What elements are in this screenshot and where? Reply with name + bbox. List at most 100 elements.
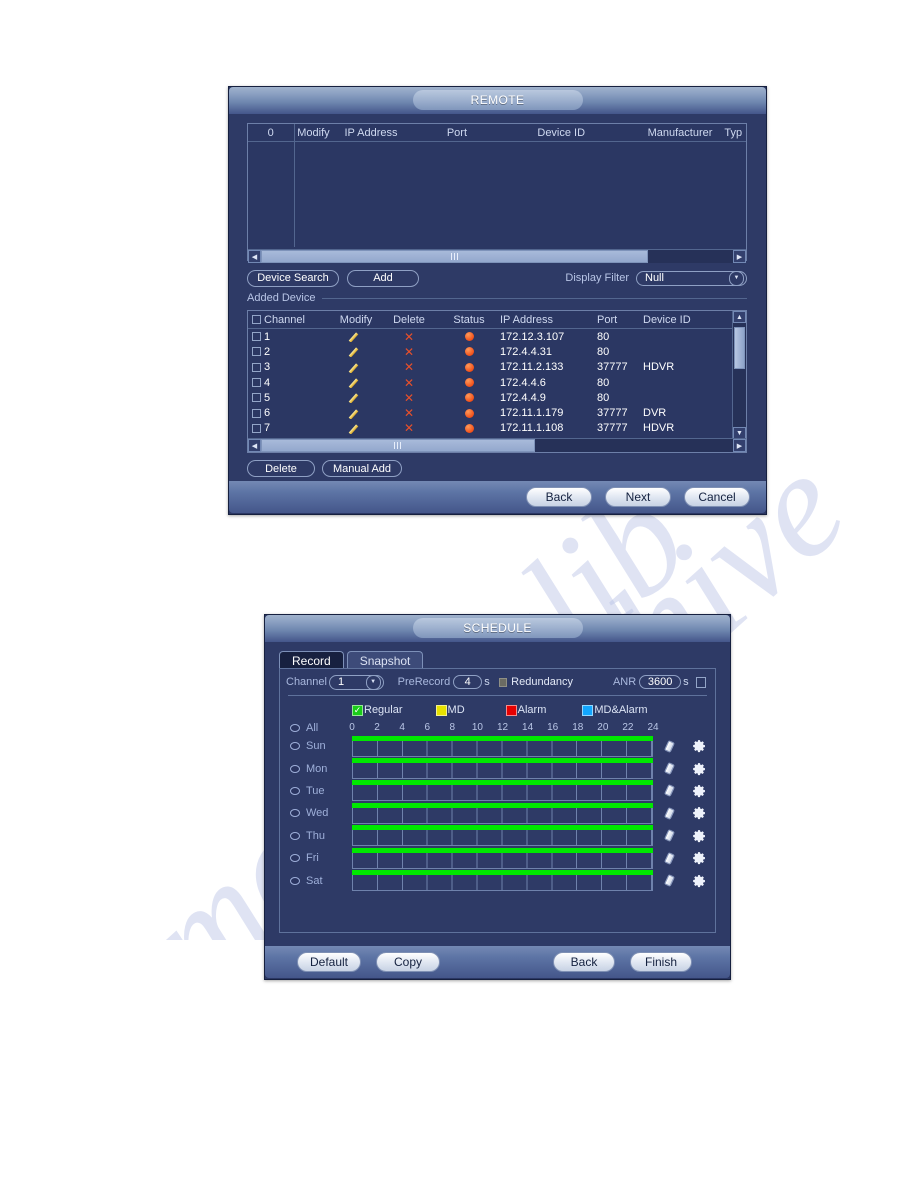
- gear-icon[interactable]: [692, 851, 706, 865]
- pencil-icon[interactable]: [351, 346, 362, 357]
- x-icon[interactable]: ✕: [404, 377, 414, 389]
- delete-cell[interactable]: ✕: [380, 407, 438, 419]
- display-filter-select[interactable]: Null ▼: [636, 270, 747, 286]
- select-all-checkbox[interactable]: [251, 315, 261, 324]
- channel-select[interactable]: 1 ▼: [328, 674, 384, 690]
- added-hscroll-thumb[interactable]: [261, 439, 535, 452]
- x-icon[interactable]: ✕: [404, 346, 414, 358]
- table-row[interactable]: 5 ✕ 172.4.4.9 80: [248, 390, 733, 405]
- eraser-icon[interactable]: [663, 829, 676, 842]
- hscroll-thumb[interactable]: [261, 250, 649, 263]
- eraser-icon[interactable]: [663, 852, 676, 865]
- x-icon[interactable]: ✕: [404, 407, 414, 419]
- row-checkbox[interactable]: [251, 332, 261, 342]
- row-checkbox-cell[interactable]: [248, 408, 264, 418]
- row-checkbox[interactable]: [251, 423, 261, 433]
- table-row[interactable]: 2 ✕ 172.4.4.31 80: [248, 344, 733, 359]
- table-row[interactable]: 7 ✕ 172.11.1.108 37777 HDVR: [248, 421, 733, 436]
- gear-icon[interactable]: [692, 762, 706, 776]
- add-button[interactable]: Add: [347, 269, 419, 287]
- back-button[interactable]: Back: [526, 487, 592, 507]
- day-label-cell[interactable]: Tue: [280, 785, 352, 797]
- delete-cell[interactable]: ✕: [380, 361, 438, 373]
- added-hscroll-right-arrow[interactable]: ▶: [733, 439, 746, 452]
- x-icon[interactable]: ✕: [404, 361, 414, 373]
- day-radio[interactable]: [290, 876, 300, 885]
- added-device-vscrollbar[interactable]: ▲ ▼: [732, 311, 746, 439]
- delete-cell[interactable]: ✕: [380, 346, 438, 358]
- gear-icon[interactable]: [692, 874, 706, 888]
- pencil-icon[interactable]: [351, 408, 362, 419]
- tab-record[interactable]: Record: [279, 651, 344, 669]
- modify-cell[interactable]: [332, 408, 380, 419]
- day-label-cell[interactable]: Wed: [280, 807, 352, 819]
- row-checkbox-cell[interactable]: [248, 332, 264, 342]
- table-row[interactable]: 4 ✕ 172.4.4.6 80: [248, 375, 733, 390]
- hscroll-track[interactable]: [261, 250, 733, 263]
- day-timeline[interactable]: [352, 825, 653, 847]
- legend-swatch-regular[interactable]: ✓: [352, 704, 363, 716]
- day-label-cell[interactable]: Thu: [280, 830, 352, 842]
- eraser-icon[interactable]: [663, 740, 676, 753]
- manual-add-button[interactable]: Manual Add: [322, 460, 402, 477]
- next-button[interactable]: Next: [605, 487, 671, 507]
- row-checkbox[interactable]: [251, 378, 261, 388]
- delete-cell[interactable]: ✕: [380, 422, 438, 434]
- day-radio[interactable]: [290, 854, 300, 863]
- gear-icon[interactable]: [692, 829, 706, 843]
- anr-checkbox[interactable]: [695, 676, 706, 688]
- day-label-cell[interactable]: Sun: [280, 740, 352, 752]
- day-timeline[interactable]: [352, 847, 653, 869]
- table-row[interactable]: 3 ✕ 172.11.2.133 37777 HDVR: [248, 360, 733, 375]
- day-label-cell[interactable]: Mon: [280, 763, 352, 775]
- cancel-button[interactable]: Cancel: [684, 487, 750, 507]
- device-search-hscrollbar[interactable]: ◀ ▶: [248, 249, 746, 263]
- timeline-grid[interactable]: [352, 785, 653, 802]
- pencil-icon[interactable]: [351, 362, 362, 373]
- day-radio[interactable]: [290, 764, 300, 773]
- schedule-finish-button[interactable]: Finish: [630, 952, 692, 972]
- delete-cell[interactable]: ✕: [380, 377, 438, 389]
- x-icon[interactable]: ✕: [404, 331, 414, 343]
- copy-button[interactable]: Copy: [376, 952, 440, 972]
- schedule-back-button[interactable]: Back: [553, 952, 615, 972]
- row-checkbox[interactable]: [251, 408, 261, 418]
- row-checkbox-cell[interactable]: [248, 362, 264, 372]
- timeline-grid[interactable]: [352, 875, 653, 892]
- eraser-icon[interactable]: [663, 784, 676, 797]
- device-search-button[interactable]: Device Search: [247, 269, 339, 287]
- prerecord-input[interactable]: 4: [453, 675, 483, 689]
- legend-swatch-md[interactable]: [435, 704, 447, 716]
- modify-cell[interactable]: [332, 346, 380, 357]
- row-checkbox-cell[interactable]: [248, 393, 264, 403]
- timeline-grid[interactable]: [352, 740, 653, 757]
- added-device-hscrollbar[interactable]: ◀ ▶: [248, 438, 746, 452]
- timeline-grid[interactable]: [352, 763, 653, 780]
- pencil-icon[interactable]: [351, 331, 362, 342]
- day-timeline[interactable]: [352, 735, 653, 757]
- gear-icon[interactable]: [692, 806, 706, 820]
- legend-item[interactable]: MD: [435, 704, 465, 716]
- table-row[interactable]: 1 ✕ 172.12.3.107 80: [248, 329, 733, 344]
- eraser-icon[interactable]: [663, 762, 676, 775]
- legend-swatch-mdalarm[interactable]: [582, 704, 594, 716]
- timeline-grid[interactable]: [352, 830, 653, 847]
- redundancy-checkbox[interactable]: [498, 677, 508, 687]
- day-timeline[interactable]: [352, 780, 653, 802]
- hscroll-right-arrow[interactable]: ▶: [733, 250, 746, 263]
- day-radio[interactable]: [290, 786, 300, 795]
- eraser-icon[interactable]: [663, 874, 676, 887]
- day-timeline[interactable]: [352, 802, 653, 824]
- row-checkbox-cell[interactable]: [248, 423, 264, 433]
- pencil-icon[interactable]: [351, 392, 362, 403]
- timeline-grid[interactable]: [352, 852, 653, 869]
- delete-cell[interactable]: ✕: [380, 331, 438, 343]
- legend-item[interactable]: ✓ Regular: [352, 704, 403, 716]
- row-checkbox-cell[interactable]: [248, 378, 264, 388]
- gear-icon[interactable]: [692, 784, 706, 798]
- x-icon[interactable]: ✕: [404, 392, 414, 404]
- legend-swatch-alarm[interactable]: [505, 704, 517, 716]
- row-checkbox[interactable]: [251, 347, 261, 357]
- vscroll-track[interactable]: [733, 323, 746, 427]
- all-radio[interactable]: [290, 723, 300, 732]
